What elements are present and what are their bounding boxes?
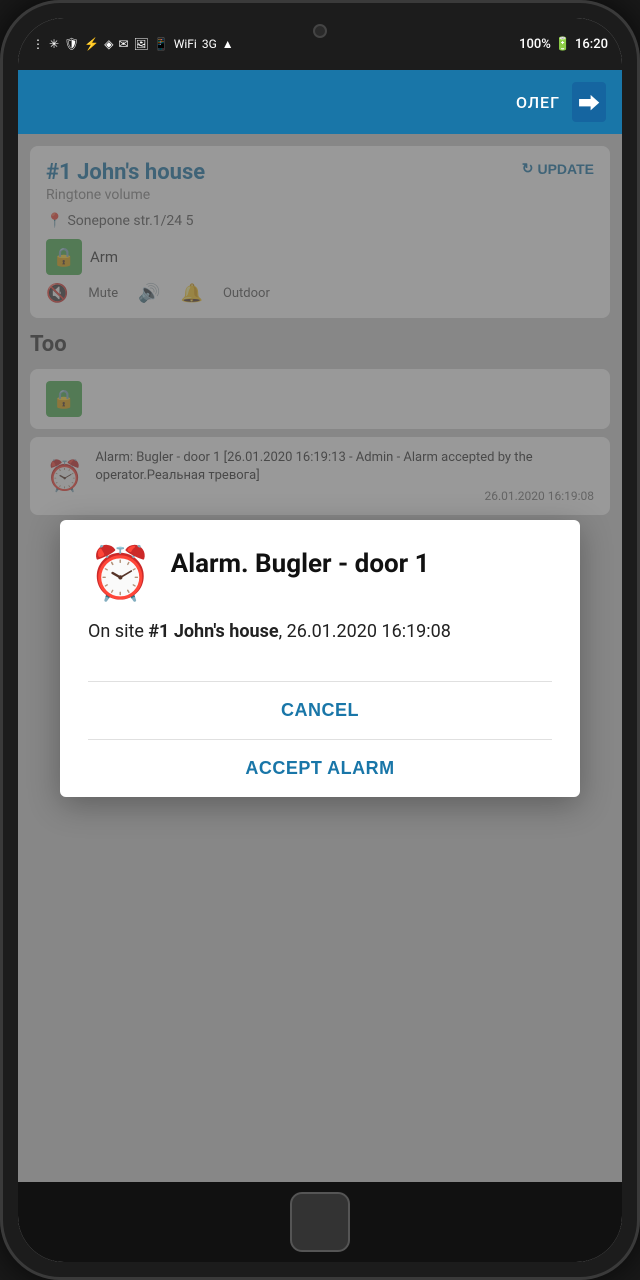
home-bar-area (18, 1182, 622, 1262)
cancel-button[interactable]: CANCEL (88, 682, 552, 739)
screen-content: ⋮ ✳ 🛡 ⚡ ◈ ✉ 🖼 📱 WiFi 3G ▲ 100% 🔋 16:20 (18, 18, 622, 1182)
phone-frame: ⋮ ✳ 🛡 ⚡ ◈ ✉ 🖼 📱 WiFi 3G ▲ 100% 🔋 16:20 (0, 0, 640, 1280)
dialog-body-site: #1 John's house (148, 621, 278, 642)
image-icon: 🖼 (134, 37, 149, 51)
accept-alarm-button[interactable]: ACCEPT ALARM (88, 740, 552, 797)
dialog-alarm-icon: ⏰ (88, 548, 153, 600)
dialog-header: ⏰ Alarm. Bugler - door 1 (88, 548, 552, 600)
email-icon: ✉ (118, 37, 128, 51)
time-display: 16:20 (575, 37, 608, 52)
dialog-actions: CANCEL ACCEPT ALARM (88, 681, 552, 797)
modal-overlay: ⏰ Alarm. Bugler - door 1 On site #1 John… (18, 134, 622, 1182)
logout-icon[interactable]: ⮕ (572, 82, 606, 122)
asterisk-icon: ✳ (49, 37, 59, 51)
dialog-body-datetime: , 26.01.2020 16:19:08 (279, 621, 451, 642)
dialog-body-prefix: On site (88, 621, 148, 642)
vpn-icon: 🛡 (64, 37, 79, 51)
header-username: ОЛЕГ (516, 93, 560, 112)
wifi-icon: WiFi (174, 37, 197, 51)
status-right-info: 100% 🔋 16:20 (519, 37, 608, 52)
dots-icon: ⋮ (32, 37, 44, 51)
dialog-title: Alarm. Bugler - door 1 (171, 548, 430, 581)
battery-percent: 100% (519, 37, 551, 52)
shield-icon: ◈ (104, 37, 113, 51)
network-icon: 3G (202, 37, 217, 51)
home-button[interactable] (290, 1192, 350, 1252)
alarm-dialog: ⏰ Alarm. Bugler - door 1 On site #1 John… (60, 520, 580, 797)
app-header: ОЛЕГ ⮕ (18, 70, 622, 134)
dialog-body: On site #1 John's house, 26.01.2020 16:1… (88, 618, 552, 645)
phone-screen: ⋮ ✳ 🛡 ⚡ ◈ ✉ 🖼 📱 WiFi 3G ▲ 100% 🔋 16:20 (18, 18, 622, 1262)
battery-icon: 🔋 (555, 37, 571, 52)
signal-icon: ▲ (222, 37, 234, 51)
usb-icon: ⚡ (84, 37, 99, 51)
phone-icon: 📱 (154, 37, 169, 51)
status-left-icons: ⋮ ✳ 🛡 ⚡ ◈ ✉ 🖼 📱 WiFi 3G ▲ (32, 37, 234, 51)
background-content: #1 John's house Ringtone volume ↻ UPDATE… (18, 134, 622, 1182)
camera (313, 24, 327, 38)
